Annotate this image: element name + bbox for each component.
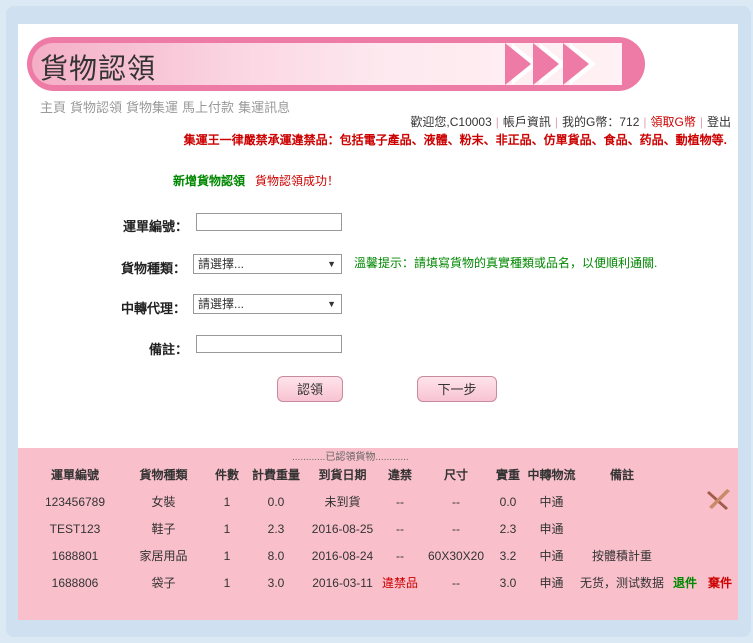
main-nav: 主頁 貨物認領 貨物集運 馬上付款 集運訊息 — [40, 97, 294, 116]
col-type: 貨物種類 — [139, 467, 188, 482]
cell-note — [579, 488, 665, 515]
type-select[interactable]: 請選擇... ▼ — [193, 254, 342, 274]
balance-text: 我的G幣：712 — [562, 115, 640, 129]
table-header-row: 運單編號 貨物種類 件數 計費重量 到貨日期 違禁 尺寸 實重 中轉物流 備註 — [30, 460, 735, 488]
cell-note: 无货，测试数据 — [579, 576, 664, 590]
nav-item-home[interactable]: 主頁 — [40, 100, 66, 115]
col-prohibited: 違禁 — [387, 467, 412, 482]
next-button[interactable]: 下一步 — [417, 376, 497, 402]
cell-pieces: 1 — [223, 548, 231, 563]
cell-actual-weight: 2.3 — [499, 521, 517, 536]
col-tracking: 運單編號 — [50, 467, 99, 482]
cell-arrival-date: 2016-08-24 — [311, 548, 374, 563]
cell-tracking: 1688806 — [51, 575, 99, 590]
note-input[interactable] — [196, 335, 342, 353]
col-arrival-date: 到貨日期 — [318, 467, 367, 482]
dropdown-arrow-icon: ▼ — [327, 259, 336, 269]
col-logistics: 中轉物流 — [527, 467, 576, 482]
cell-size: 60X30X20 — [427, 548, 485, 563]
chevron-cut-icon — [533, 43, 559, 85]
cell-logistics: 申通 — [539, 522, 564, 536]
cell-arrival-date: 未到貨 — [324, 495, 361, 509]
get-coins-link[interactable]: 領取G幣 — [651, 115, 696, 129]
table-row: 123456789 女裝 1 0.0 未到貨 -- -- 0.0 中通 — [30, 488, 735, 515]
cell-type: 家居用品 — [139, 549, 188, 563]
cell-logistics: 申通 — [539, 576, 564, 590]
delete-icon[interactable] — [706, 486, 732, 512]
cell-tracking: TEST123 — [49, 521, 101, 536]
logout-link[interactable]: 登出 — [707, 115, 731, 129]
tracking-label: 運單編號： — [122, 219, 188, 234]
cell-logistics: 中通 — [539, 495, 564, 509]
cell-actual-weight: 0.0 — [499, 494, 517, 509]
account-link[interactable]: 帳戶資訊 — [503, 115, 551, 129]
cell-arrival-date: 2016-03-11 — [312, 575, 373, 590]
status-line: 新增貨物認領 貨物認領成功！ — [173, 172, 339, 189]
welcome-text: 歡迎您,C10003 — [410, 115, 492, 129]
tracking-input[interactable] — [196, 213, 342, 231]
cell-prohibited: -- — [396, 494, 404, 509]
agent-select[interactable]: 請選擇... ▼ — [193, 294, 342, 314]
page-title: 貨物認領 — [40, 53, 157, 84]
return-link[interactable]: 退件 — [665, 569, 705, 596]
abandon-link[interactable]: 棄件 — [705, 569, 735, 596]
agent-label: 中轉代理： — [120, 301, 186, 316]
chevron-cut-icon — [563, 43, 589, 85]
cell-actual-weight: 3.2 — [499, 548, 517, 563]
type-label: 貨物種類： — [120, 261, 186, 276]
claim-button[interactable]: 認領 — [277, 376, 343, 402]
new-claim-label: 新增貨物認領 — [173, 174, 246, 188]
col-size: 尺寸 — [443, 467, 468, 482]
nav-item-claim[interactable]: 貨物認領 — [70, 100, 122, 115]
hint-text: 溫馨提示：請填寫貨物的真實種類或品名，以便順利通關. — [354, 256, 658, 270]
agent-select-value: 請選擇... — [198, 297, 245, 311]
chevron-cut-icon — [505, 43, 531, 85]
nav-item-news[interactable]: 集運訊息 — [238, 100, 290, 115]
cell-pieces: 1 — [223, 494, 231, 509]
cell-charge-weight: 8.0 — [267, 548, 285, 563]
cell-type: 袋子 — [151, 576, 176, 590]
prohibited-notice: 集運王一律嚴禁承運違禁品：包括電子產品、液體、粉末、非正品、仿單貨品、食品、药品… — [183, 133, 727, 147]
note-label: 備註： — [148, 342, 188, 357]
cell-size: -- — [452, 521, 460, 536]
col-note: 備註 — [609, 467, 634, 482]
cell-tracking: 123456789 — [44, 494, 106, 509]
nav-item-consolidate[interactable]: 貨物集運 — [126, 100, 178, 115]
cell-size: -- — [452, 494, 460, 509]
cell-prohibited: -- — [396, 548, 404, 563]
cell-tracking: 1688801 — [51, 548, 99, 563]
nav-item-pay[interactable]: 馬上付款 — [182, 100, 234, 115]
user-bar: 歡迎您,C10003 | 帳戶資訊 | 我的G幣：712 | 領取G幣 | 登出 — [410, 115, 731, 129]
table-row: 1688801 家居用品 1 8.0 2016-08-24 -- 60X30X2… — [30, 542, 735, 569]
cell-arrival-date: 2016-08-25 — [311, 521, 374, 536]
table-row: 1688806 袋子 1 3.0 2016-03-11 違禁品 -- 3.0 申… — [30, 569, 735, 596]
cell-pieces: 1 — [223, 575, 231, 590]
cell-note: 按體積計重 — [591, 549, 652, 563]
cell-logistics: 中通 — [539, 549, 564, 563]
cell-actual-weight: 3.0 — [499, 575, 517, 590]
cell-prohibited: 違禁品 — [381, 576, 418, 590]
cell-charge-weight: 3.0 — [267, 575, 285, 590]
type-select-value: 請選擇... — [198, 257, 245, 271]
cell-type: 鞋子 — [151, 522, 176, 536]
col-pieces: 件數 — [214, 467, 239, 482]
claimed-goods-table: 運單編號 貨物種類 件數 計費重量 到貨日期 違禁 尺寸 實重 中轉物流 備註 … — [30, 460, 735, 596]
cell-prohibited: -- — [396, 521, 404, 536]
success-message: 貨物認領成功！ — [255, 174, 340, 188]
cell-note — [579, 515, 665, 542]
cell-pieces: 1 — [223, 521, 231, 536]
table-row: TEST123 鞋子 1 2.3 2016-08-25 -- -- 2.3 申通 — [30, 515, 735, 542]
col-actual-weight: 實重 — [495, 467, 520, 482]
dropdown-arrow-icon: ▼ — [327, 299, 336, 309]
col-charge-weight: 計費重量 — [251, 467, 300, 482]
cell-charge-weight: 2.3 — [267, 521, 285, 536]
cell-charge-weight: 0.0 — [267, 494, 285, 509]
cell-size: -- — [452, 575, 460, 590]
cell-type: 女裝 — [151, 495, 176, 509]
